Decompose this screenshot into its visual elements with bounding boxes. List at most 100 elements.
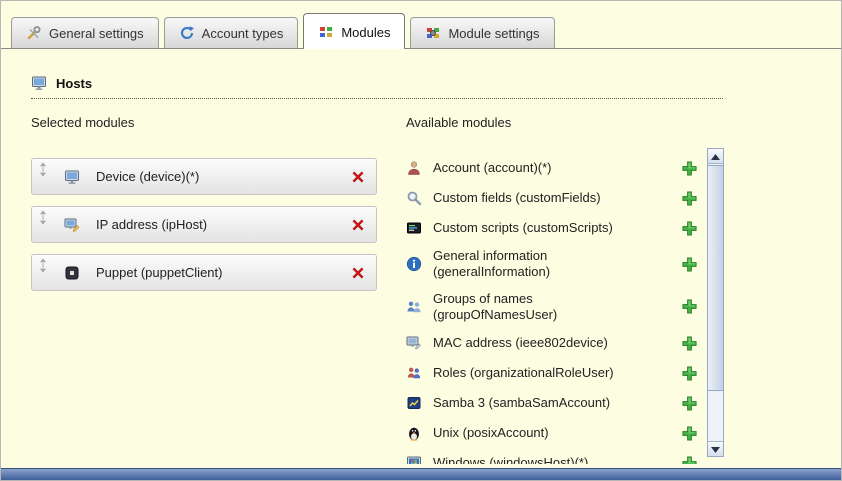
module-settings-icon: [425, 25, 441, 41]
windows-icon: [406, 455, 424, 464]
plus-icon: [681, 165, 698, 180]
available-module-groups-of-names-groupofnamesuser: Groups of names (groupOfNamesUser): [406, 291, 698, 324]
module-label: Windows (windowsHost)(*): [433, 455, 645, 464]
available-module-windows-windowshost: Windows (windowsHost)(*): [406, 453, 698, 464]
available-module-unix-posixaccount: Unix (posixAccount): [406, 423, 698, 443]
arrow-down-icon: [711, 440, 720, 458]
add-module-button[interactable]: [681, 425, 698, 442]
module-label: Device (device)(*): [96, 169, 199, 184]
module-label: Custom fields (customFields): [433, 190, 645, 206]
selected-modules-list: Device (device)(*) IP address (ipHost): [31, 158, 377, 291]
selected-module-device-device: Device (device)(*): [31, 158, 377, 195]
account-icon: [406, 160, 424, 176]
tab-account-types[interactable]: Account types: [164, 17, 299, 48]
delete-icon: [350, 221, 366, 236]
available-modules-column: Available modules Account (account)(*): [406, 115, 724, 464]
tab-label: Account types: [202, 26, 284, 41]
selected-modules-column: Selected modules Device (device)(*): [31, 115, 377, 464]
module-columns: Selected modules Device (device)(*): [31, 115, 841, 464]
add-module-button[interactable]: [681, 190, 698, 207]
add-module-button[interactable]: [681, 298, 698, 315]
delete-icon: [350, 173, 366, 188]
delete-icon: [350, 269, 366, 284]
tab-general-settings[interactable]: General settings: [11, 17, 159, 48]
selected-module-puppet-puppetclient: Puppet (puppetClient): [31, 254, 377, 291]
ip-host-icon: [64, 217, 80, 233]
module-label: MAC address (ieee802device): [433, 335, 645, 351]
tab-label: General settings: [49, 26, 144, 41]
add-module-button[interactable]: [681, 365, 698, 382]
bottom-bar: [1, 468, 841, 480]
available-module-mac-address-ieee802device: MAC address (ieee802device): [406, 333, 698, 353]
selected-modules-heading: Selected modules: [31, 115, 377, 130]
refresh-icon: [179, 25, 195, 41]
plus-icon: [681, 400, 698, 415]
available-module-account-account: Account (account)(*): [406, 158, 698, 178]
available-modules-list: Account (account)(*) Custom fields (cust…: [406, 158, 698, 464]
module-label: General information (generalInformation): [433, 248, 645, 281]
hosts-icon: [31, 75, 47, 91]
available-module-roles-organizationalroleuser: Roles (organizationalRoleUser): [406, 363, 698, 383]
available-modules-wrap: Account (account)(*) Custom fields (cust…: [406, 158, 724, 464]
available-module-samba-3-sambasamaccount: Samba 3 (sambaSamAccount): [406, 393, 698, 413]
info-icon: [406, 256, 424, 272]
add-module-button[interactable]: [681, 160, 698, 177]
section-header: Hosts: [31, 75, 723, 99]
mac-icon: [406, 335, 424, 351]
module-label: IP address (ipHost): [96, 217, 207, 232]
module-label: Roles (organizationalRoleUser): [433, 365, 645, 381]
script-icon: [406, 220, 424, 236]
drag-handle-icon[interactable]: [38, 258, 48, 273]
add-module-button[interactable]: [681, 256, 698, 273]
drag-handle-icon[interactable]: [38, 210, 48, 225]
plus-icon: [681, 225, 698, 240]
samba-icon: [406, 395, 424, 411]
roles-icon: [406, 365, 424, 381]
plus-icon: [681, 430, 698, 445]
remove-module-button[interactable]: [350, 169, 366, 185]
add-module-button[interactable]: [681, 455, 698, 465]
add-module-button[interactable]: [681, 335, 698, 352]
tab-label: Modules: [341, 25, 390, 40]
plus-icon: [681, 370, 698, 385]
module-label: Custom scripts (customScripts): [433, 220, 645, 236]
remove-module-button[interactable]: [350, 217, 366, 233]
tab-modules[interactable]: Modules: [303, 13, 405, 49]
remove-module-button[interactable]: [350, 265, 366, 281]
device-icon: [64, 169, 80, 185]
content-area: Hosts Selected modules Device (device)(*…: [1, 49, 841, 464]
lam-configuration-page: General settings Account types Modules M…: [0, 0, 842, 481]
available-module-custom-scripts-customscripts: Custom scripts (customScripts): [406, 218, 698, 238]
tab-bar: General settings Account types Modules M…: [1, 1, 841, 49]
scroll-down-button[interactable]: [708, 441, 723, 456]
unix-icon: [406, 425, 424, 441]
plus-icon: [681, 340, 698, 355]
tab-module-settings[interactable]: Module settings: [410, 17, 554, 48]
tab-label: Module settings: [448, 26, 539, 41]
add-module-button[interactable]: [681, 220, 698, 237]
scrollbar[interactable]: [707, 148, 724, 457]
module-label: Puppet (puppetClient): [96, 265, 222, 280]
add-module-button[interactable]: [681, 395, 698, 412]
scroll-up-button[interactable]: [708, 149, 723, 164]
module-label: Unix (posixAccount): [433, 425, 645, 441]
module-label: Groups of names (groupOfNamesUser): [433, 291, 645, 324]
group-icon: [406, 299, 424, 315]
available-modules-heading: Available modules: [406, 115, 724, 130]
plus-icon: [681, 303, 698, 318]
wrench-icon: [26, 25, 42, 41]
available-module-custom-fields-customfields: Custom fields (customFields): [406, 188, 698, 208]
drag-handle-icon[interactable]: [38, 162, 48, 177]
section-title: Hosts: [56, 76, 92, 91]
modules-icon: [318, 24, 334, 40]
magnifier-icon: [406, 190, 424, 206]
plus-icon: [681, 261, 698, 276]
plus-icon: [681, 460, 698, 465]
selected-module-ip-address-iphost: IP address (ipHost): [31, 206, 377, 243]
arrow-up-icon: [711, 147, 720, 165]
available-module-general-information-generalinformation: General information (generalInformation): [406, 248, 698, 281]
plus-icon: [681, 195, 698, 210]
puppet-icon: [64, 265, 80, 281]
scrollbar-thumb[interactable]: [708, 165, 723, 391]
module-label: Account (account)(*): [433, 160, 645, 176]
